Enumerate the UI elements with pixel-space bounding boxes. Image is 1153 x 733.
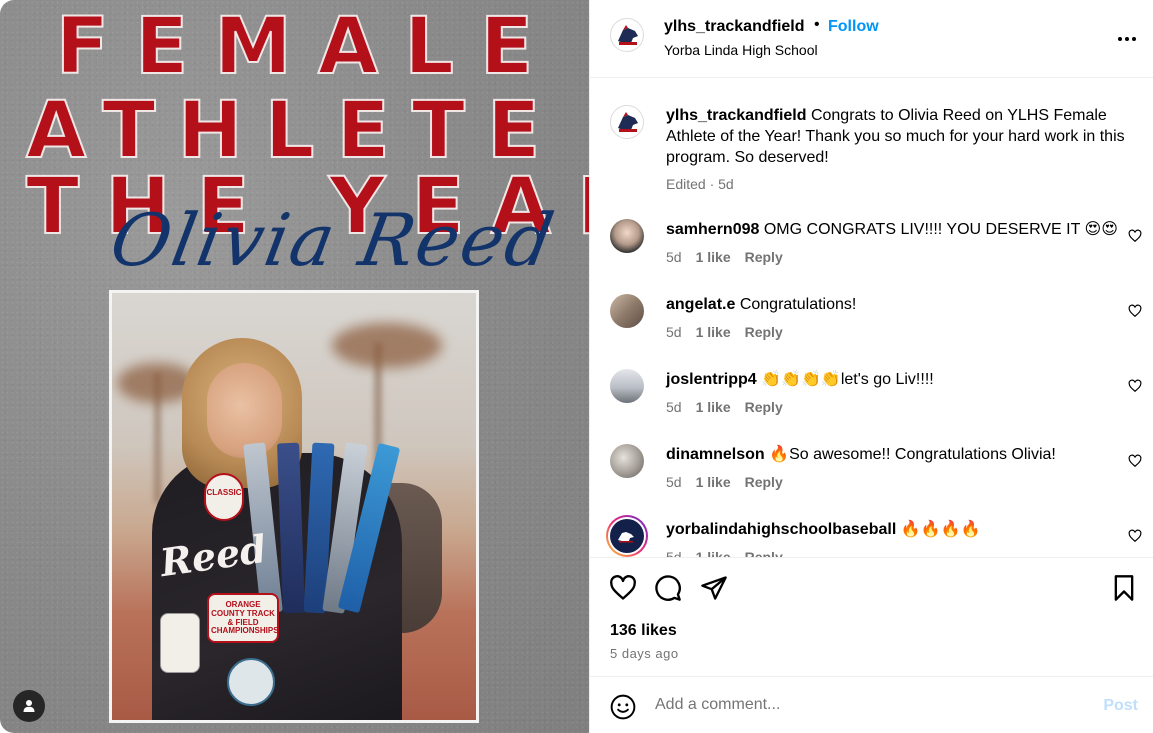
more-options-button[interactable] [1117, 26, 1137, 47]
emoji-smiley-icon[interactable] [610, 694, 636, 720]
comment-body: angelat.e Congratulations! [666, 294, 1136, 315]
post-actions: 136 likes 5 days ago [590, 557, 1153, 675]
reply-button[interactable]: Reply [745, 249, 783, 265]
comment-avatar[interactable] [610, 219, 644, 253]
comment-age[interactable]: 5d [666, 249, 682, 265]
caption-body: ylhs_trackandfield Congrats to Olivia Re… [666, 105, 1136, 168]
comment-likes[interactable]: 1 like [696, 474, 731, 490]
comment-meta: 5d 1 like Reply [666, 474, 797, 490]
caption-meta: Edited · 5d [666, 176, 734, 192]
comment-age[interactable]: 5d [666, 549, 682, 557]
comment-username[interactable]: samhern098 [666, 221, 759, 238]
add-comment-bar: Post [590, 676, 1153, 733]
comment-username[interactable]: yorbalindahighschoolbaseball [666, 521, 896, 538]
user-icon [23, 700, 35, 712]
caption-avatar[interactable] [610, 105, 644, 139]
follow-button[interactable]: Follow [828, 18, 879, 36]
tagged-users-button[interactable] [13, 690, 45, 722]
post-media[interactable]: FEMALE ATHLETE OF THE YEAR Olivia Reed R… [0, 0, 589, 733]
save-bookmark-icon[interactable] [1110, 574, 1138, 602]
post-comment-button[interactable]: Post [1103, 697, 1138, 715]
comment-item: dinamnelson 🔥So awesome!! Congratulation… [590, 444, 1153, 504]
header-separator: • [814, 16, 820, 33]
add-comment-input[interactable] [655, 696, 1075, 714]
like-comment-heart-icon[interactable] [1128, 304, 1142, 318]
comment-username[interactable]: joslentripp4 [666, 371, 757, 388]
comment-likes[interactable]: 1 like [696, 549, 731, 557]
header-username[interactable]: ylhs_trackandfield [664, 18, 805, 36]
post-timestamp[interactable]: 5 days ago [610, 646, 679, 661]
comment-username[interactable]: dinamnelson [666, 446, 765, 463]
caption: ylhs_trackandfield Congrats to Olivia Re… [590, 105, 1153, 195]
athlete-photo: Reed CLASSIC ORANGE COUNTY TRACK & FIELD… [112, 293, 476, 720]
comment-text: OMG CONGRATS LIV!!!! YOU DESERVE IT 😍😍 [763, 221, 1118, 238]
comment-age[interactable]: 5d [666, 474, 682, 490]
comment-bubble-icon[interactable] [654, 574, 682, 602]
comment-likes[interactable]: 1 like [696, 399, 731, 415]
track-field-patch: ORANGE COUNTY TRACK & FIELD CHAMPIONSHIP… [207, 593, 279, 643]
patch [160, 613, 200, 673]
comment-body: yorbalindahighschoolbaseball 🔥🔥🔥🔥 [666, 519, 1136, 540]
comment-text: Congratulations! [739, 296, 857, 313]
mustang-logo-icon [618, 112, 638, 132]
reply-button[interactable]: Reply [745, 399, 783, 415]
comment-item: angelat.e Congratulations! 5d 1 like Reply [590, 294, 1153, 354]
comment-text: 🔥🔥🔥🔥 [900, 521, 981, 538]
likes-count[interactable]: 136 likes [610, 622, 677, 640]
classic-patch: CLASSIC [204, 473, 244, 521]
comment-item: yorbalindahighschoolbaseball 🔥🔥🔥🔥 5d 1 li… [590, 515, 1153, 557]
like-comment-heart-icon[interactable] [1128, 229, 1142, 243]
comment-avatar-story-ring[interactable] [606, 515, 648, 557]
comment-age[interactable]: 5d [666, 399, 682, 415]
comment-text: 🔥So awesome!! Congratulations Olivia! [769, 446, 1056, 463]
reply-button[interactable]: Reply [745, 474, 783, 490]
share-send-icon[interactable] [700, 574, 728, 602]
comment-body: dinamnelson 🔥So awesome!! Congratulation… [666, 444, 1136, 465]
comments-scroll-area[interactable]: ylhs_trackandfield Congrats to Olivia Re… [590, 79, 1153, 557]
cross-country-patch [227, 658, 275, 706]
headline-line-2: ATHLETE OF [25, 86, 589, 176]
caption-username[interactable]: ylhs_trackandfield [666, 107, 807, 124]
comment-avatar[interactable] [610, 444, 644, 478]
post-header: ylhs_trackandfield • Follow Yorba Linda … [590, 0, 1153, 78]
comment-likes[interactable]: 1 like [696, 249, 731, 265]
mustang-logo-icon [618, 532, 634, 543]
reply-button[interactable]: Reply [745, 324, 783, 340]
post-side-panel: ylhs_trackandfield • Follow Yorba Linda … [589, 0, 1153, 733]
comment-meta: 5d 1 like Reply [666, 549, 797, 557]
comment-meta: 5d 1 like Reply [666, 324, 797, 340]
header-location[interactable]: Yorba Linda High School [664, 42, 818, 58]
reply-button[interactable]: Reply [745, 549, 783, 557]
comment-meta: 5d 1 like Reply [666, 249, 797, 265]
athlete-photo-frame: Reed CLASSIC ORANGE COUNTY TRACK & FIELD… [109, 290, 479, 723]
comment-avatar[interactable] [610, 294, 644, 328]
like-heart-icon[interactable] [609, 574, 637, 602]
more-horizontal-icon [1118, 37, 1136, 41]
baseball-logo-avatar [610, 519, 644, 553]
like-comment-heart-icon[interactable] [1128, 454, 1142, 468]
comment-body: samhern098 OMG CONGRATS LIV!!!! YOU DESE… [666, 219, 1136, 240]
script-athlete-name: Olivia Reed [104, 198, 562, 282]
comment-body: joslentripp4 👏👏👏👏let's go Liv!!!! [666, 369, 1136, 390]
mustang-logo-icon [618, 25, 638, 45]
like-comment-heart-icon[interactable] [1128, 529, 1142, 543]
post-modal: FEMALE ATHLETE OF THE YEAR Olivia Reed R… [0, 0, 1153, 733]
comment-text: 👏👏👏👏let's go Liv!!!! [761, 371, 934, 388]
comment-avatar[interactable] [610, 369, 644, 403]
like-comment-heart-icon[interactable] [1128, 379, 1142, 393]
comment-username[interactable]: angelat.e [666, 296, 735, 313]
comment-item: joslentripp4 👏👏👏👏let's go Liv!!!! 5d 1 li… [590, 369, 1153, 429]
comment-likes[interactable]: 1 like [696, 324, 731, 340]
comment-age[interactable]: 5d [666, 324, 682, 340]
palm-tree [332, 323, 442, 368]
headline-line-1: FEMALE [55, 2, 560, 92]
account-avatar[interactable] [610, 18, 644, 52]
comment-meta: 5d 1 like Reply [666, 399, 797, 415]
comment-item: samhern098 OMG CONGRATS LIV!!!! YOU DESE… [590, 219, 1153, 279]
